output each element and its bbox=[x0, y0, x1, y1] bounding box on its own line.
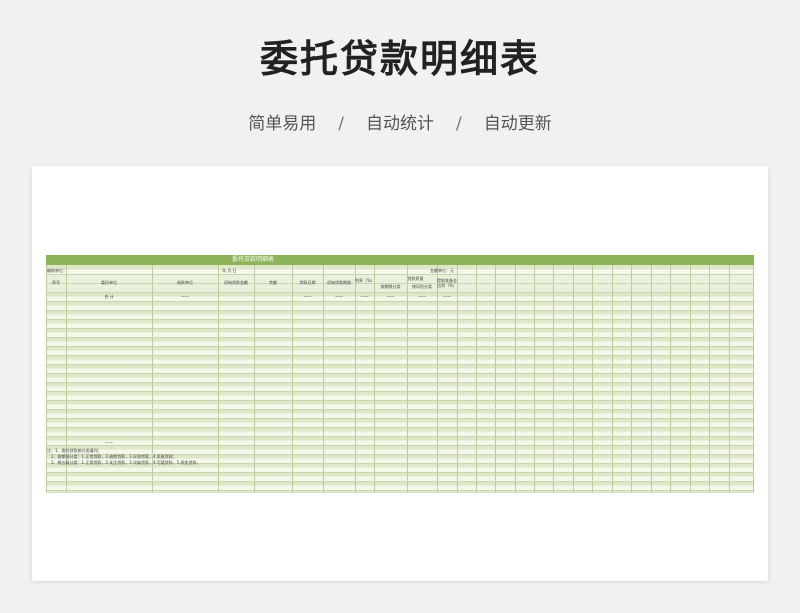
preview-card: 委托贷款明细表 编制单位： 年 月 日 金额单位：元 序号 委托单位 借款单位 … bbox=[32, 166, 768, 581]
footer-dash: —— bbox=[105, 440, 113, 445]
tag-separator: / bbox=[338, 114, 344, 134]
header-term: 初始贷款期限 bbox=[327, 280, 351, 285]
page-title: 委托贷款明细表 bbox=[259, 37, 540, 81]
grid-column-line bbox=[651, 265, 652, 493]
note-line-2: 2、按期限分类：1.正常贷款，2.逾期贷款，3.呆滞贷款，4.呆账贷款； bbox=[51, 454, 177, 459]
grid-row-line bbox=[46, 481, 754, 482]
grid-row-line bbox=[46, 355, 754, 356]
note-line-3: 3、按五级分类：1.正常贷款，2.关注贷款，3.次级贷款，4.可疑贷款，5.损失… bbox=[51, 460, 201, 465]
total-dash: —— bbox=[335, 294, 343, 299]
header-seq: 序号 bbox=[52, 280, 60, 285]
grid-row-line bbox=[46, 436, 754, 437]
grid-column-line bbox=[476, 265, 477, 493]
grid-column-line bbox=[292, 265, 293, 493]
header-balance: 余额 bbox=[269, 280, 277, 285]
grid-column-line bbox=[457, 265, 458, 493]
grid-column-line bbox=[631, 265, 632, 493]
tag-auto-update: 自动更新 bbox=[483, 114, 552, 134]
grid-row-line bbox=[46, 382, 754, 383]
header-initial-amount: 初始贷款金额 bbox=[224, 280, 248, 285]
grid-column-line bbox=[553, 265, 554, 493]
grid-row-line bbox=[46, 274, 754, 275]
grid-row-line bbox=[46, 391, 754, 392]
tag-separator: / bbox=[456, 114, 462, 134]
total-dash: —— bbox=[303, 294, 312, 299]
grid-column-line bbox=[690, 265, 691, 493]
grid-column-line bbox=[355, 265, 356, 493]
header-rate: 利率（%） bbox=[355, 278, 375, 283]
grid-row-line bbox=[46, 373, 754, 374]
grid-column-line bbox=[709, 265, 710, 493]
spreadsheet-preview: 委托贷款明细表 编制单位： 年 月 日 金额单位：元 序号 委托单位 借款单位 … bbox=[46, 255, 754, 493]
header-class-risk: 按风险分类 bbox=[412, 284, 432, 289]
total-dash: —— bbox=[181, 294, 189, 299]
grid-column-line bbox=[437, 265, 438, 493]
grid-row-line bbox=[46, 364, 754, 365]
grid-column-line bbox=[254, 265, 255, 493]
total-label: 合 计 bbox=[104, 294, 114, 299]
sheet-title-bar: 委托贷款明细表 bbox=[46, 255, 754, 265]
unit-right: 金额单位：元 bbox=[430, 268, 454, 273]
grid-column-line bbox=[323, 265, 324, 493]
grid-column-line bbox=[670, 265, 671, 493]
grid-row-line bbox=[46, 418, 754, 419]
grid-row-line bbox=[46, 409, 754, 410]
grid-row-line bbox=[46, 328, 754, 329]
grid-row-line bbox=[46, 400, 754, 401]
tag-auto-stat: 自动统计 bbox=[366, 114, 434, 134]
grid-row-line bbox=[46, 337, 754, 338]
grid-row-line bbox=[46, 292, 754, 293]
grid-column-line bbox=[218, 265, 219, 493]
sheet-title: 委托贷款明细表 bbox=[232, 256, 275, 263]
header-ratio: 提取准备金比例（%） bbox=[437, 278, 457, 288]
grid-column-line bbox=[612, 265, 613, 493]
grid-row-line bbox=[46, 301, 754, 302]
grid-row-line bbox=[46, 490, 754, 491]
header-loan-date: 贷款日期 bbox=[299, 280, 316, 285]
header-borrower: 借款单位 bbox=[177, 280, 193, 285]
grid-row-line bbox=[46, 319, 754, 320]
grid-column-line bbox=[515, 265, 516, 493]
grid-column-line bbox=[495, 265, 496, 493]
total-dash: —— bbox=[443, 294, 451, 299]
grid-row-line bbox=[46, 472, 754, 473]
grid-row-line bbox=[46, 427, 754, 428]
grid-column-line bbox=[374, 265, 375, 493]
header-client: 委托单位 bbox=[101, 280, 117, 285]
grid-column-line bbox=[753, 265, 754, 493]
grid-column-line bbox=[729, 265, 730, 493]
tag-easy: 简单易用 bbox=[248, 114, 317, 134]
total-dash: —— bbox=[386, 294, 395, 299]
header-class-term: 按期限分类 bbox=[380, 284, 401, 289]
grid-column-line bbox=[46, 265, 47, 493]
grid-column-line bbox=[407, 265, 408, 493]
grid-column-line bbox=[534, 265, 535, 493]
grid-row-line bbox=[46, 445, 754, 446]
total-dash: —— bbox=[360, 294, 369, 299]
total-dash: —— bbox=[418, 294, 426, 299]
grid-row-line bbox=[46, 346, 754, 347]
grid-column-line bbox=[592, 265, 593, 493]
grid-row-line bbox=[46, 310, 754, 311]
grid-column-line bbox=[573, 265, 574, 493]
unit-left: 编制单位： bbox=[47, 268, 67, 273]
feature-tagline: 简单易用 / 自动统计 / 自动更新 bbox=[0, 112, 800, 136]
report-date: 年 月 日 bbox=[222, 268, 237, 273]
note-line-1: 注：1、委托贷款按分类填列； bbox=[47, 448, 102, 453]
